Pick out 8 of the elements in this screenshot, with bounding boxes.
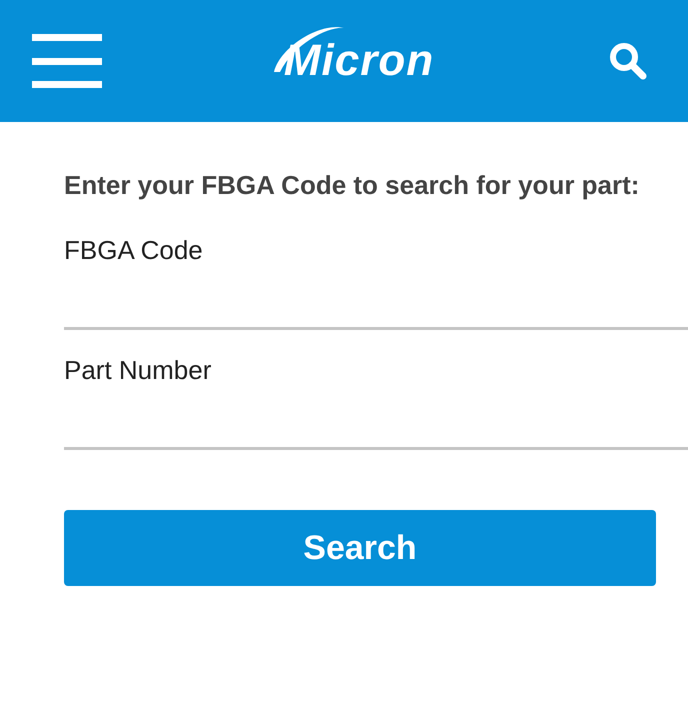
logo[interactable]: Micron bbox=[276, 28, 434, 94]
search-button[interactable]: Search bbox=[64, 510, 656, 586]
menu-button[interactable] bbox=[32, 34, 102, 88]
field-label: Part Number bbox=[64, 354, 212, 387]
search-icon bbox=[608, 41, 648, 81]
field-label: FBGA Code bbox=[64, 234, 204, 267]
search-button[interactable] bbox=[608, 41, 648, 81]
heading: Enter your FBGA Code to search for your part: bbox=[64, 169, 640, 202]
